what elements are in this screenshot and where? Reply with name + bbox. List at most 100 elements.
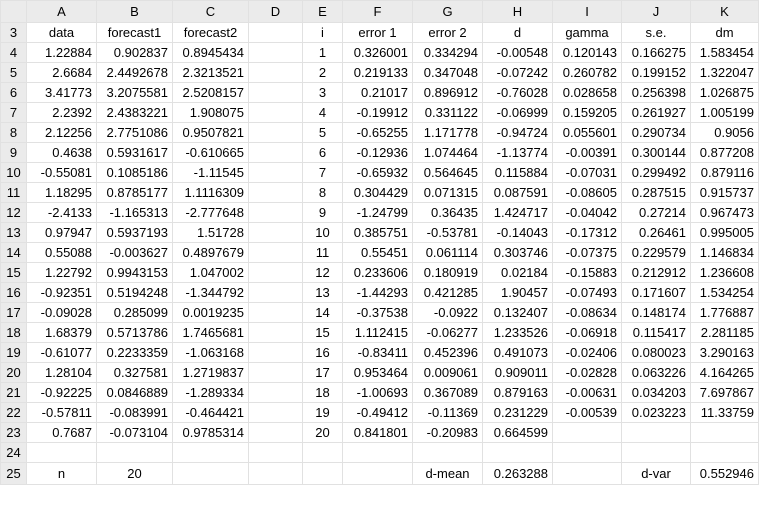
cell[interactable]: 1.7465681 — [172, 322, 249, 343]
cell[interactable]: 0.27214 — [621, 202, 691, 223]
cell[interactable]: 0.5194248 — [96, 282, 173, 303]
dmean-value[interactable]: 0.263288 — [482, 462, 553, 485]
row-header[interactable]: 8 — [0, 122, 27, 143]
row-header[interactable]: 16 — [0, 282, 27, 303]
row-header[interactable]: 23 — [0, 422, 27, 443]
cell[interactable]: 0.879116 — [690, 162, 759, 183]
cell[interactable]: 2.6684 — [26, 62, 97, 83]
cell[interactable]: 8 — [302, 182, 343, 203]
cell[interactable]: 2.2392 — [26, 102, 97, 123]
cell[interactable]: 9 — [302, 202, 343, 223]
cell[interactable]: 0.5931617 — [96, 142, 173, 163]
cell[interactable]: 0.452396 — [412, 342, 483, 363]
cell[interactable]: 0.233606 — [342, 262, 413, 283]
cell[interactable]: 0.877208 — [690, 142, 759, 163]
cell[interactable]: 0.256398 — [621, 82, 691, 103]
cell[interactable]: 2.4492678 — [96, 62, 173, 83]
cell[interactable]: 11 — [302, 242, 343, 263]
cell[interactable]: 1.51728 — [172, 222, 249, 243]
select-all-corner[interactable] — [0, 0, 27, 23]
cell[interactable]: -0.12936 — [342, 142, 413, 163]
cell[interactable]: -0.0922 — [412, 302, 483, 323]
cell[interactable]: 0.115884 — [482, 162, 553, 183]
cell[interactable]: -0.37538 — [342, 302, 413, 323]
cell[interactable]: -0.07375 — [552, 242, 622, 263]
cell[interactable]: 0.334294 — [412, 42, 483, 63]
cell[interactable]: 14 — [302, 302, 343, 323]
cell[interactable]: 1.026875 — [690, 82, 759, 103]
cell[interactable]: 1.22792 — [26, 262, 97, 283]
cell[interactable] — [552, 442, 622, 463]
row-header[interactable]: 19 — [0, 342, 27, 363]
cell[interactable]: 2.12256 — [26, 122, 97, 143]
cell[interactable]: 2.4383221 — [96, 102, 173, 123]
row-header[interactable]: 21 — [0, 382, 27, 403]
cell[interactable] — [248, 462, 303, 485]
cell[interactable]: -1.11545 — [172, 162, 249, 183]
cell[interactable]: -0.61077 — [26, 342, 97, 363]
cell[interactable]: -0.15883 — [552, 262, 622, 283]
cell[interactable]: 3.2075581 — [96, 82, 173, 103]
cell[interactable]: -0.07031 — [552, 162, 622, 183]
cell[interactable]: 15 — [302, 322, 343, 343]
cell[interactable] — [342, 462, 413, 485]
cell[interactable]: 1.236608 — [690, 262, 759, 283]
cell[interactable] — [248, 222, 303, 243]
cell[interactable]: 1.322047 — [690, 62, 759, 83]
cell[interactable]: -0.65255 — [342, 122, 413, 143]
cell[interactable]: -0.11369 — [412, 402, 483, 423]
cell[interactable]: 1.22884 — [26, 42, 97, 63]
row-header[interactable]: 13 — [0, 222, 27, 243]
cell[interactable]: 1.146834 — [690, 242, 759, 263]
cell[interactable]: 0.180919 — [412, 262, 483, 283]
cell[interactable]: 1.233526 — [482, 322, 553, 343]
cell[interactable] — [248, 162, 303, 183]
cell[interactable]: 0.2233359 — [96, 342, 173, 363]
row-header[interactable]: 7 — [0, 102, 27, 123]
cell[interactable]: 0.120143 — [552, 42, 622, 63]
column-header-b[interactable]: B — [96, 0, 173, 23]
cell[interactable]: 0.304429 — [342, 182, 413, 203]
cell[interactable]: -0.07242 — [482, 62, 553, 83]
cell[interactable] — [248, 142, 303, 163]
cell[interactable]: 16 — [302, 342, 343, 363]
cell[interactable]: 0.8945434 — [172, 42, 249, 63]
cell[interactable]: 0.421285 — [412, 282, 483, 303]
header-cell-b[interactable]: forecast1 — [96, 22, 173, 43]
cell[interactable] — [172, 462, 249, 485]
cell[interactable]: 0.896912 — [412, 82, 483, 103]
row-header[interactable]: 10 — [0, 162, 27, 183]
cell[interactable] — [248, 402, 303, 423]
cell[interactable] — [248, 282, 303, 303]
cell[interactable]: 0.285099 — [96, 302, 173, 323]
cell[interactable]: 0.231229 — [482, 402, 553, 423]
cell[interactable]: -0.57811 — [26, 402, 97, 423]
cell[interactable] — [342, 442, 413, 463]
cell[interactable]: 0.063226 — [621, 362, 691, 383]
row-header[interactable]: 11 — [0, 182, 27, 203]
cell[interactable] — [248, 22, 303, 43]
cell[interactable]: -0.76028 — [482, 82, 553, 103]
cell[interactable]: 0.287515 — [621, 182, 691, 203]
cell[interactable]: -1.13774 — [482, 142, 553, 163]
cell[interactable]: 0.55088 — [26, 242, 97, 263]
cell[interactable]: 11.33759 — [690, 402, 759, 423]
cell[interactable]: 3.290163 — [690, 342, 759, 363]
cell[interactable]: 0.4638 — [26, 142, 97, 163]
header-cell-j[interactable]: s.e. — [621, 22, 691, 43]
cell[interactable]: 0.219133 — [342, 62, 413, 83]
cell[interactable]: -0.00539 — [552, 402, 622, 423]
cell[interactable]: 3.41773 — [26, 82, 97, 103]
cell[interactable] — [248, 42, 303, 63]
column-header-g[interactable]: G — [412, 0, 483, 23]
cell[interactable] — [96, 442, 173, 463]
cell[interactable]: 1.583454 — [690, 42, 759, 63]
cell[interactable]: 0.166275 — [621, 42, 691, 63]
row-header[interactable]: 6 — [0, 82, 27, 103]
cell[interactable]: -0.06918 — [552, 322, 622, 343]
cell[interactable]: -0.53781 — [412, 222, 483, 243]
cell[interactable]: -0.65932 — [342, 162, 413, 183]
cell[interactable]: 1.171778 — [412, 122, 483, 143]
cell[interactable]: 0.290734 — [621, 122, 691, 143]
cell[interactable]: 0.953464 — [342, 362, 413, 383]
